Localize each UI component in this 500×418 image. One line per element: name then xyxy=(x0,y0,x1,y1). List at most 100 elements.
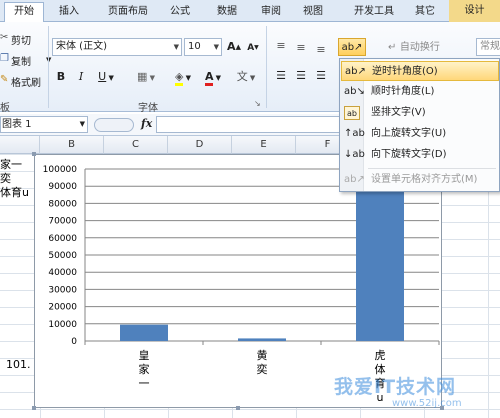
chevron-down-icon: ▼ xyxy=(213,74,222,82)
tab-developer[interactable]: 开发工具 xyxy=(346,3,402,22)
menu-item-rotate-up[interactable]: ↑ab 向上旋转文字(U) xyxy=(341,124,499,144)
chart-resize-handle[interactable] xyxy=(32,152,36,156)
y-tick-label: 60000 xyxy=(48,234,77,244)
grow-font-button[interactable]: A▲ xyxy=(226,39,242,55)
insert-function-icon[interactable]: fx xyxy=(141,117,152,130)
font-dialog-launcher-icon[interactable]: ↘ xyxy=(254,98,261,110)
wrap-text-button[interactable]: ↵ 自动换行 xyxy=(388,39,452,55)
column-header-b[interactable]: B xyxy=(40,136,104,154)
clipboard-group-label: 板 xyxy=(0,103,10,114)
shrink-font-button[interactable]: A▼ xyxy=(246,40,260,56)
grow-font-glyph: A xyxy=(227,40,236,53)
menu-item-vertical-text[interactable]: ab 竖排文字(V) xyxy=(341,103,499,123)
chevron-down-icon: ▼ xyxy=(247,74,256,82)
cell-a3[interactable]: 体育u xyxy=(0,184,29,200)
column-header-c[interactable]: C xyxy=(104,136,168,154)
rotate-cw-icon: ab↘ xyxy=(344,86,365,97)
cell-a13[interactable]: 101. xyxy=(6,358,31,371)
bold-button[interactable]: B xyxy=(54,69,68,85)
menu-item-counterclockwise[interactable]: ab↗ 逆时针角度(O) xyxy=(341,61,499,81)
menu-item-label: 设置单元格对齐方式(M) xyxy=(371,174,478,185)
borders-icon: ▦ xyxy=(136,70,148,83)
align-center-icon: ☰ xyxy=(296,69,306,82)
align-right-button[interactable]: ☰ xyxy=(314,68,328,84)
rotate-ccw-icon: ab↗ xyxy=(345,66,366,77)
y-tick-label: 20000 xyxy=(48,303,77,313)
phonetic-button[interactable]: 文 ▼ xyxy=(234,69,258,85)
tab-page-layout[interactable]: 页面布局 xyxy=(100,3,156,22)
x-tick-label: 黄奕 xyxy=(257,348,268,376)
align-bottom-icon: ≡ xyxy=(316,43,326,56)
column-header-e[interactable]: E xyxy=(232,136,296,154)
column-header-d[interactable]: D xyxy=(168,136,232,154)
font-name-combo[interactable]: 宋体 (正文) ▼ xyxy=(52,38,182,56)
font-name-value: 宋体 (正文) xyxy=(56,41,107,52)
borders-button[interactable]: ▦ ▼ xyxy=(134,69,158,85)
menu-item-label: 向下旋转文字(D) xyxy=(371,149,447,160)
align-top-icon: ≡ xyxy=(276,39,286,52)
y-tick-label: 10000 xyxy=(48,320,77,330)
chevron-down-icon: ▼ xyxy=(147,74,155,82)
menu-item-clockwise[interactable]: ab↘ 顺时针角度(L) xyxy=(341,82,499,102)
align-middle-button[interactable]: ≡ xyxy=(294,40,308,56)
bar xyxy=(120,324,168,341)
bar xyxy=(356,169,404,341)
italic-button[interactable]: I xyxy=(74,69,88,85)
number-format-value: 常规 xyxy=(480,41,500,52)
font-group-label: 字体 xyxy=(138,103,158,114)
format-painter-label: 格式刷 xyxy=(11,78,41,89)
embedded-chart[interactable]: 0 10000 20000 30000 40000 50000 60000 70000 8000… xyxy=(34,154,442,408)
copy-icon: ❐ xyxy=(0,53,9,64)
rotate-up-icon: ↑ab xyxy=(344,128,365,139)
ribbon-tab-bar: 开始 插入 页面布局 公式 数据 审阅 视图 开发工具 其它 设计 xyxy=(0,0,500,23)
menu-item-label: 竖排文字(V) xyxy=(371,107,426,118)
tab-design[interactable]: 设计 xyxy=(449,0,500,22)
align-center-button[interactable]: ☰ xyxy=(294,68,308,84)
chevron-down-icon: ▼ xyxy=(79,120,85,128)
align-left-button[interactable]: ☰ xyxy=(274,68,288,84)
chart-resize-handle[interactable] xyxy=(32,406,36,410)
underline-glyph: U xyxy=(98,70,107,83)
name-box[interactable]: 图表 1 ▼ xyxy=(0,116,88,133)
rotate-down-icon: ↓ab xyxy=(344,149,365,160)
tab-insert[interactable]: 插入 xyxy=(52,3,86,22)
menu-item-rotate-down[interactable]: ↓ab 向下旋转文字(D) xyxy=(341,145,499,165)
menu-item-format-alignment[interactable]: ab↗ 设置单元格对齐方式(M) xyxy=(341,170,499,190)
bar-chart[interactable]: 0 10000 20000 30000 40000 50000 60000 70000 8000… xyxy=(35,155,443,409)
tab-home[interactable]: 开始 xyxy=(4,2,44,23)
underline-button[interactable]: U ▼ xyxy=(94,69,118,85)
align-left-icon: ☰ xyxy=(276,69,286,82)
menu-item-label: 向上旋转文字(U) xyxy=(371,128,447,139)
watermark-url: www.52ij.com xyxy=(392,398,462,409)
orientation-button[interactable]: ab↗ xyxy=(338,38,366,56)
x-tick-label: 皇家一 xyxy=(139,348,150,390)
font-size-value: 10 xyxy=(188,41,201,52)
font-color-button[interactable]: A ▼ xyxy=(200,69,226,86)
shrink-arrow-icon: ▼ xyxy=(254,44,259,51)
group-separator xyxy=(48,26,49,108)
y-tick-label: 80000 xyxy=(48,199,77,209)
name-box-value: 图表 1 xyxy=(2,119,32,130)
format-painter-button[interactable]: ✎ 格式刷 xyxy=(0,73,48,89)
align-bottom-button[interactable]: ≡ xyxy=(314,42,328,58)
brush-icon: ✎ xyxy=(0,74,9,85)
align-middle-icon: ≡ xyxy=(296,41,306,54)
formula-bar-expander[interactable] xyxy=(94,118,134,132)
fill-color-button[interactable]: ◈ ▼ xyxy=(170,69,196,86)
tab-other[interactable]: 其它 xyxy=(408,3,442,22)
tab-review[interactable]: 审阅 xyxy=(254,3,288,22)
chevron-down-icon: ▼ xyxy=(106,74,114,82)
y-tick-label: 90000 xyxy=(48,182,77,192)
tab-data[interactable]: 数据 xyxy=(210,3,244,22)
copy-button[interactable]: ❐ 复制 ▼ xyxy=(0,52,54,68)
align-top-button[interactable]: ≡ xyxy=(274,38,288,54)
font-size-combo[interactable]: 10 ▼ xyxy=(184,38,222,56)
chart-resize-handle[interactable] xyxy=(236,406,240,410)
tab-view[interactable]: 视图 xyxy=(296,3,330,22)
cut-button[interactable]: ✂ 剪切 xyxy=(0,31,44,47)
number-format-combo[interactable]: 常规 xyxy=(476,38,500,56)
tab-formulas[interactable]: 公式 xyxy=(164,3,196,22)
grow-arrow-icon: ▲ xyxy=(235,43,241,51)
copy-label: 复制 xyxy=(11,57,31,68)
menu-separator xyxy=(368,168,496,169)
